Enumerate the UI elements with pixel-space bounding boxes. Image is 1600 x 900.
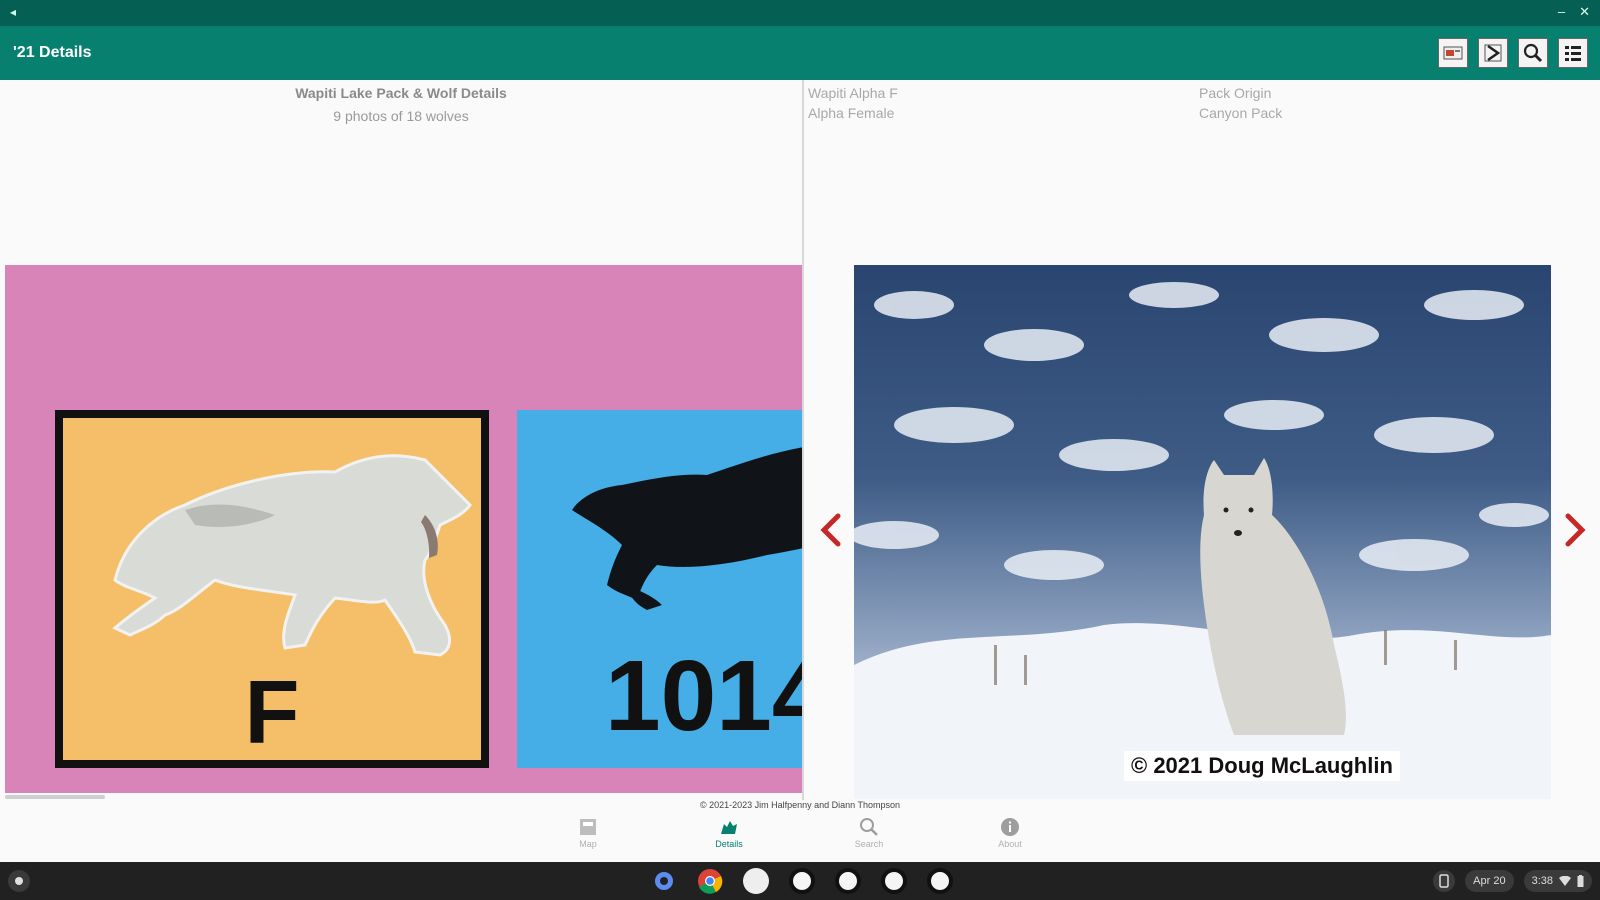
zoom-button[interactable] <box>1518 38 1548 68</box>
window-titlebar: ◂ – ✕ <box>0 0 1600 26</box>
snowy-forest-wolf-image <box>854 282 1551 799</box>
shelf-app-wolves-2[interactable] <box>832 866 864 896</box>
launcher-button[interactable] <box>8 870 30 892</box>
app-bar: '21 Details <box>0 26 1600 80</box>
wolf-app-icon <box>927 868 953 894</box>
wolf-app-icon <box>835 868 861 894</box>
card-letter: F <box>244 663 300 763</box>
page-title: '21 Details <box>13 44 92 61</box>
nav-search-label: Search <box>854 839 884 849</box>
search-icon <box>860 818 878 836</box>
shelf-app-wolves-3[interactable] <box>878 866 910 896</box>
nav-map-label: Map <box>579 839 597 849</box>
shelf-app-gallery[interactable] <box>740 866 772 896</box>
wolf-role: Alpha Female <box>808 105 895 121</box>
expand-button[interactable] <box>1478 38 1508 68</box>
wolf-app-icon <box>881 868 907 894</box>
map-icon <box>580 819 596 835</box>
chrome-icon <box>698 869 723 894</box>
nav-about[interactable]: About <box>975 816 1045 849</box>
wolf-icon <box>721 821 737 834</box>
info-icon <box>1001 818 1019 836</box>
shelf-app-wolves-4[interactable] <box>924 866 956 896</box>
shelf-app-chrome[interactable] <box>694 866 726 896</box>
zoom-icon <box>1523 43 1543 63</box>
pack-origin-value: Canyon Pack <box>1199 105 1283 121</box>
wolf-name: Wapiti Alpha F <box>808 85 898 101</box>
nav-about-label: About <box>998 839 1022 849</box>
back-glyph[interactable]: ◂ <box>10 5 16 19</box>
next-photo-chevron-icon[interactable] <box>1560 510 1590 550</box>
bottom-navigation: Map Details Search About <box>0 810 1600 862</box>
pack-origin-label: Pack Origin <box>1199 85 1272 101</box>
photo-credit: © 2021 Doug McLaughlin <box>1124 751 1400 781</box>
nav-details[interactable]: Details <box>694 816 764 849</box>
copyright-footer: © 2021-2023 Jim Halfpenny and Diann Thom… <box>699 800 901 810</box>
pack-origin-info: Pack Origin Canyon Pack <box>1199 83 1282 123</box>
date-pill[interactable]: Apr 20 <box>1465 870 1514 892</box>
phone-icon <box>1439 874 1449 888</box>
pack-subtitle: 9 photos of 18 wolves <box>333 108 469 124</box>
carousel-scroll-indicator[interactable] <box>5 795 105 799</box>
battery-icon <box>1577 875 1584 887</box>
settings-gear-icon <box>655 872 673 890</box>
shelf-date: Apr 20 <box>1473 875 1506 887</box>
black-wolf-silhouette <box>572 447 802 610</box>
wolf-card-carousel[interactable]: F 1014 <box>5 265 802 793</box>
system-tray-pill[interactable]: 3:38 <box>1523 870 1592 892</box>
wolf-card-female[interactable]: F <box>55 410 489 768</box>
gallery-icon <box>743 868 769 894</box>
wolf-info: Wapiti Alpha F Alpha Female <box>808 83 898 123</box>
wolf-card-1014[interactable]: 1014 <box>517 410 802 768</box>
wolf-photo: © 2021 Doug McLaughlin <box>854 265 1551 799</box>
pinned-apps <box>648 866 956 896</box>
list-icon <box>1565 46 1581 61</box>
os-shelf: Apr 20 3:38 <box>0 862 1600 900</box>
shelf-time: 3:38 <box>1531 875 1553 887</box>
card-number: 1014 <box>605 640 802 752</box>
pack-title: Wapiti Lake Pack & Wolf Details <box>295 85 507 101</box>
shelf-app-settings[interactable] <box>648 866 680 896</box>
map-view-icon <box>1443 46 1463 60</box>
nav-map[interactable]: Map <box>553 816 623 849</box>
gray-wolf-silhouette <box>112 454 472 657</box>
pack-pane: Wapiti Lake Pack & Wolf Details 9 photos… <box>0 80 802 800</box>
map-view-button[interactable] <box>1438 38 1468 68</box>
expand-icon <box>1484 44 1502 62</box>
wifi-icon <box>1559 876 1571 886</box>
status-tray: Apr 20 3:38 <box>1433 870 1592 892</box>
nav-details-label: Details <box>715 839 743 849</box>
phone-hub-button[interactable] <box>1433 870 1456 892</box>
minimize-button[interactable]: – <box>1558 4 1565 20</box>
wolf-detail-pane: Wapiti Alpha F Alpha Female Pack Origin … <box>804 80 1600 800</box>
wolf-app-icon <box>789 868 815 894</box>
close-window-button[interactable]: ✕ <box>1579 4 1590 20</box>
previous-photo-chevron-icon[interactable] <box>816 510 846 550</box>
shelf-app-wolves-1[interactable] <box>786 866 818 896</box>
nav-search[interactable]: Search <box>834 816 904 849</box>
list-button[interactable] <box>1558 38 1588 68</box>
